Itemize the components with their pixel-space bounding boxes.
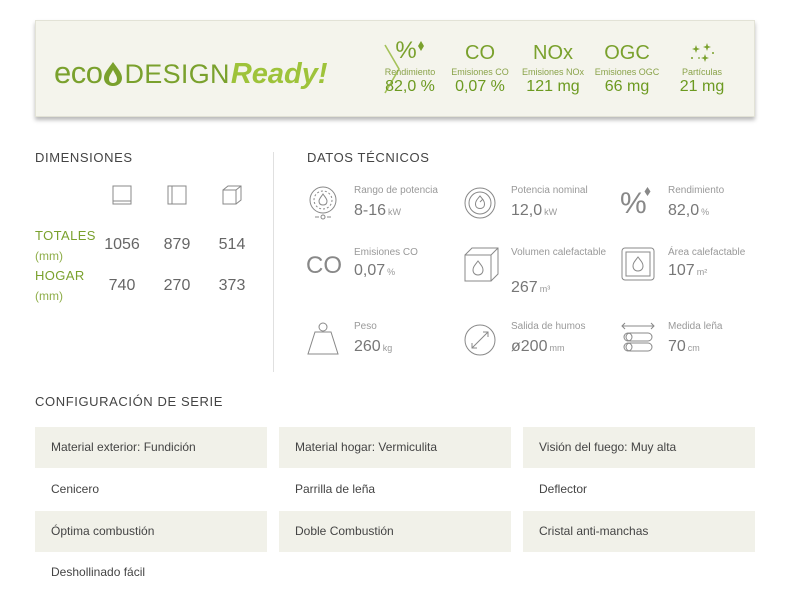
stat-label: Emisiones CO (451, 67, 509, 77)
particles-icon (664, 39, 740, 65)
stat-value: 21 mg (679, 78, 725, 95)
nox-symbol: NOx (533, 42, 573, 64)
config-item: Deflector (539, 482, 588, 496)
dimensiones-title: DIMENSIONES (35, 150, 133, 165)
stat-emisiones-nox: NOx Emisiones NOx 121 mg (515, 39, 591, 96)
tech-label: Emisiones CO (354, 247, 418, 258)
firewood-icon (621, 322, 655, 352)
dim-row-unit: (mm) (35, 289, 63, 303)
heating-area-icon (621, 247, 655, 281)
config-item: Óptima combustión (35, 511, 267, 552)
stat-value: 121 mg (526, 78, 580, 95)
stat-particulas: Partículas 21 mg (664, 39, 740, 96)
logo-design-text: DESIGN (124, 59, 230, 89)
config-item: Material hogar: Vermiculita (279, 427, 511, 468)
tech-area: Área calefactable 107 m² (620, 246, 770, 296)
side-view-icon (167, 185, 187, 205)
tech-label: Peso (354, 321, 377, 332)
stat-label: Emisiones OGC (594, 67, 660, 77)
tech-label: Volumen calefactable (511, 247, 607, 258)
tech-salida-humos: Salida de humos ø200 mm (463, 320, 613, 370)
tech-value: 260 kg (354, 338, 393, 355)
nominal-power-icon (464, 187, 496, 219)
stat-emisiones-co: CO Emisiones CO 0,07 % (442, 39, 518, 96)
depth-view-icon (222, 185, 242, 205)
logo-eco-text: eco (54, 55, 103, 90)
config-item: Cristal anti-manchas (523, 511, 755, 552)
config-item: Visión del fuego: Muy alta (523, 427, 755, 468)
dim-value: 373 (218, 277, 246, 294)
dim-row-unit: (mm) (35, 249, 63, 263)
ecodesign-banner: eco DESIGN Ready! % Rendimiento 82,0 % C… (35, 20, 755, 117)
configuracion-title: CONFIGURACIÓN DE SERIE (35, 394, 223, 409)
tech-rendimiento: % Rendimiento 82,0% (620, 184, 770, 234)
tech-label: Salida de humos (511, 321, 586, 332)
ogc-symbol: OGC (604, 42, 650, 64)
tech-label: Rango de potencia (354, 185, 438, 196)
stat-value: 0,07 % (455, 78, 505, 95)
dim-value: 514 (218, 236, 246, 253)
tech-volumen: Volumen calefactable 267 m³ (463, 246, 613, 296)
config-item: Material exterior: Fundición (35, 427, 267, 468)
flue-outlet-icon (464, 324, 496, 356)
tech-peso: Peso 260 kg (306, 320, 456, 370)
tech-value: 70 cm (668, 338, 700, 355)
front-view-icon (112, 185, 132, 205)
dim-row-totales: TOTALES (mm) (35, 226, 96, 266)
datos-tecnicos-title: DATOS TÉCNICOS (307, 150, 430, 165)
power-range-icon (309, 186, 337, 220)
stat-label: Rendimiento (384, 67, 436, 77)
heating-volume-icon (464, 247, 499, 282)
tech-potencia-nominal: Potencia nominal 12,0 kW (463, 184, 613, 234)
dim-row-label: TOTALES (35, 228, 96, 243)
stat-emisiones-ogc: OGC Emisiones OGC 66 mg (589, 39, 665, 96)
tech-value: 267 m³ (511, 279, 551, 296)
tech-value: 12,0 kW (511, 202, 558, 219)
tech-label: Potencia nominal (511, 185, 588, 196)
tech-medida-lena: Medida leña 70 cm (620, 320, 770, 370)
tech-emisiones-co: CO Emisiones CO 0,07% (306, 246, 456, 296)
dim-value: 270 (163, 277, 191, 294)
tech-label: Área calefactable (668, 247, 746, 258)
config-item: Deshollinado fácil (51, 565, 146, 579)
stat-value: 82,0 % (385, 78, 435, 95)
dim-value: 879 (163, 236, 191, 253)
tech-value: 107 m² (668, 262, 708, 279)
config-item: Cenicero (51, 482, 100, 496)
stat-label: Emisiones NOx (521, 67, 584, 77)
dim-row-label: HOGAR (35, 268, 85, 283)
efficiency-icon: % (620, 184, 658, 222)
stat-label: Partículas (681, 67, 723, 77)
config-item: Parrilla de leña (295, 482, 376, 496)
section-divider (273, 152, 274, 372)
config-item: Doble Combustión (279, 511, 511, 552)
stat-rendimiento: % Rendimiento 82,0 % (372, 37, 448, 96)
tech-rango-potencia: Rango de potencia 8-16 kW (306, 184, 456, 234)
dim-value: 740 (108, 277, 136, 294)
weight-icon (307, 322, 339, 355)
co-emissions-icon: CO (306, 252, 342, 279)
tech-value: ø200 mm (511, 338, 565, 355)
tech-label: Rendimiento (668, 185, 725, 196)
tech-value: 82,0% (668, 202, 710, 219)
tech-label: Medida leña (668, 321, 723, 332)
co-symbol: CO (465, 42, 495, 64)
logo-ready-text: Ready! (230, 58, 328, 90)
tech-value: 8-16 kW (354, 202, 402, 219)
leaf-drop-icon (104, 62, 123, 86)
percent-flame-icon: % (372, 37, 448, 65)
dim-value: 1056 (104, 236, 140, 253)
tech-value: 0,07% (354, 262, 396, 279)
stat-value: 66 mg (604, 78, 650, 95)
dim-row-hogar: HOGAR (mm) (35, 266, 85, 306)
ecodesign-logo: eco DESIGN Ready! (54, 57, 328, 89)
